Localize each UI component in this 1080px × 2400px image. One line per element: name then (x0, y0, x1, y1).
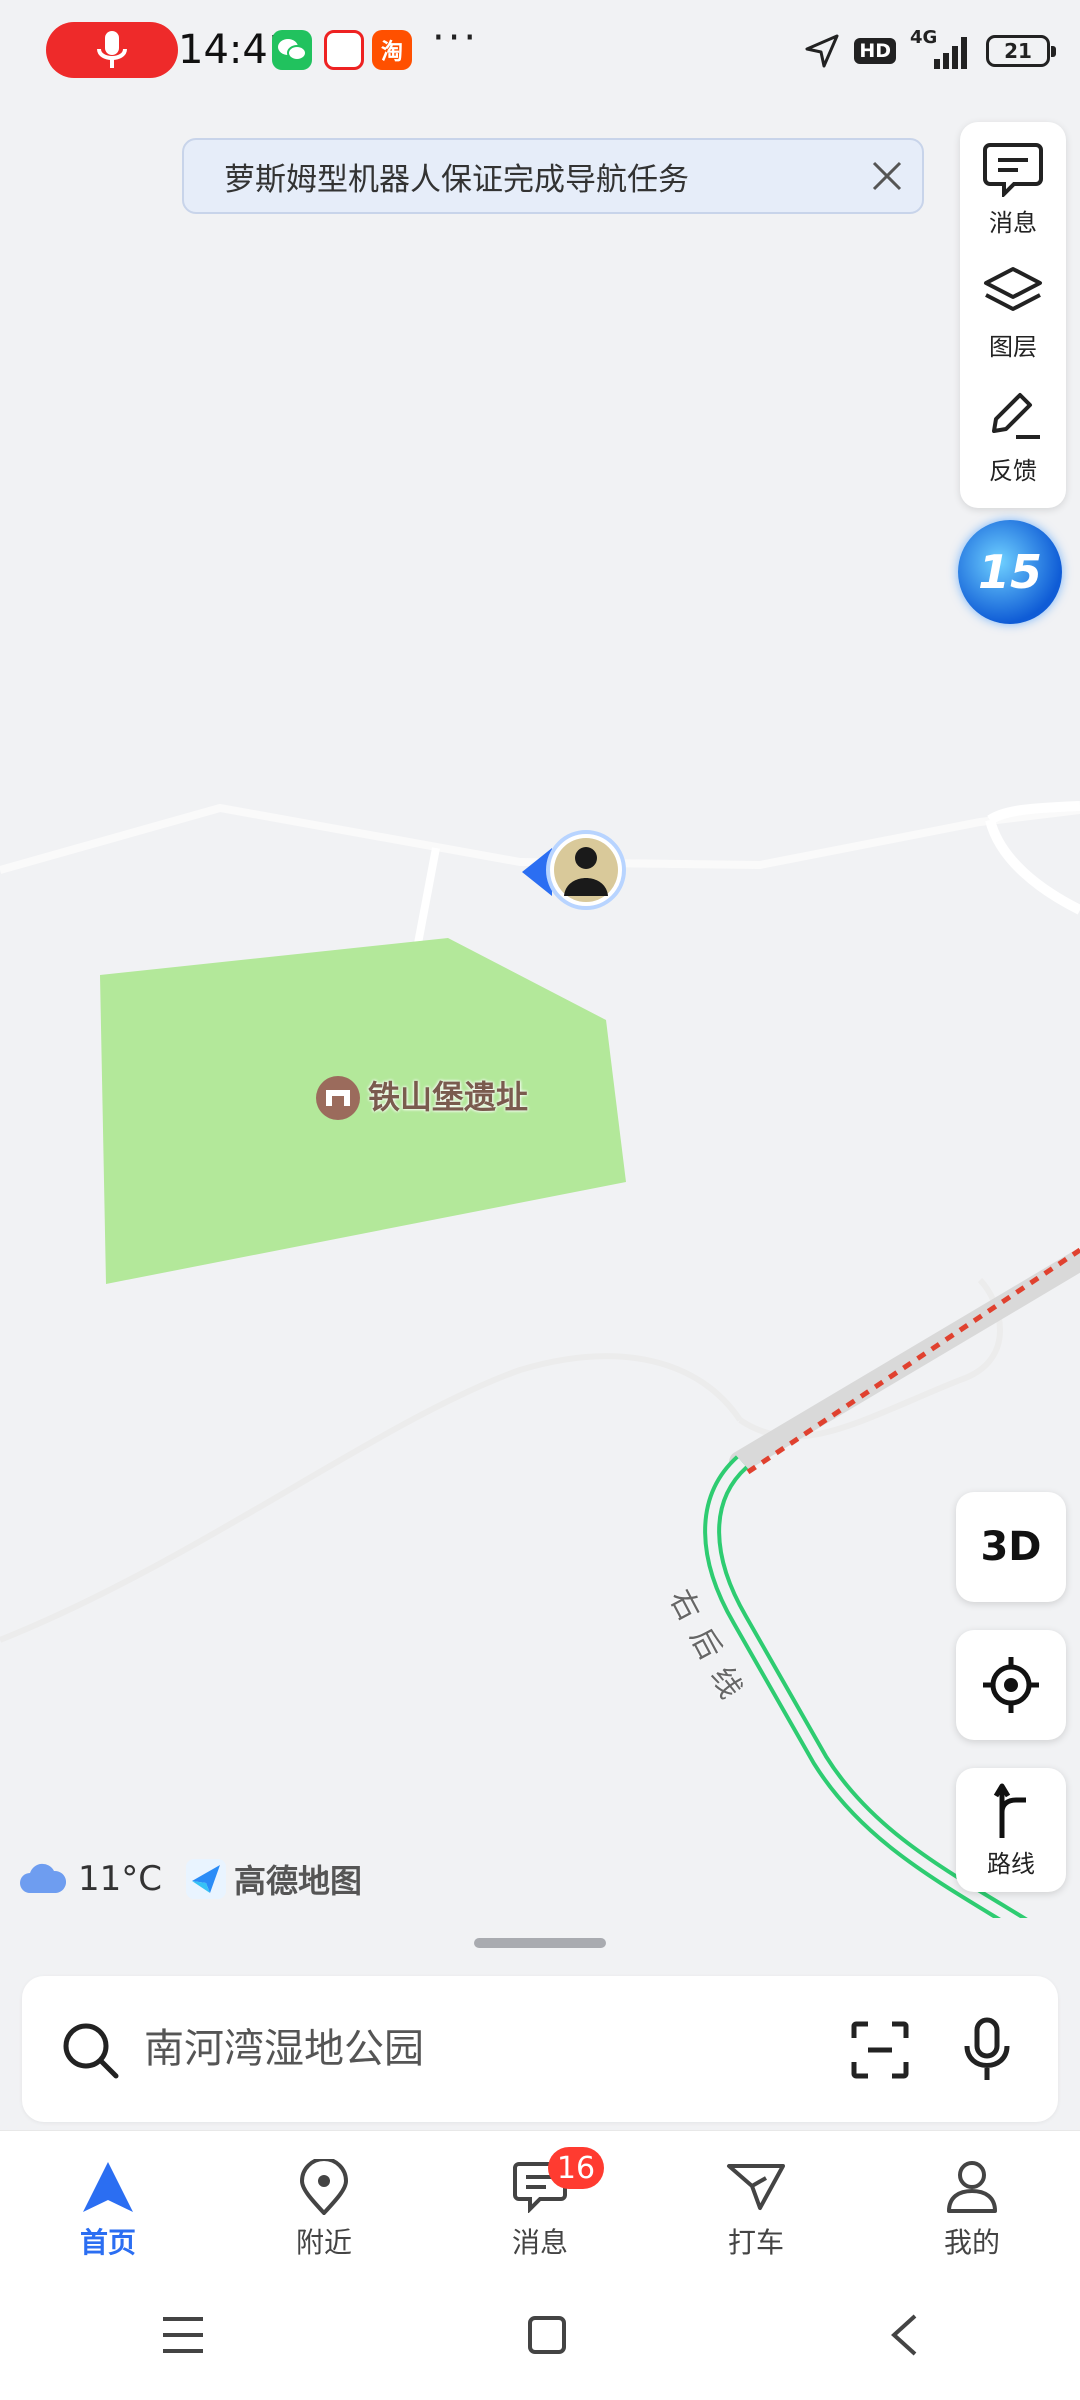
tab-profile[interactable]: 我的 (864, 2131, 1080, 2271)
tool-label: 消息 (989, 208, 1037, 237)
amap-logo-icon (186, 1859, 226, 1899)
tool-label: 反馈 (989, 456, 1037, 485)
temperature: 11°C (78, 1859, 163, 1899)
home-square-icon[interactable] (527, 2315, 567, 2355)
notice-banner[interactable]: 萝斯姆型机器人保证完成导航任务 (182, 138, 924, 214)
cloud-icon (20, 1863, 66, 1893)
profile-icon (942, 2157, 1002, 2217)
wechat-icon (272, 30, 312, 70)
unread-badge: 16 (548, 2147, 604, 2189)
search-input[interactable]: 南河湾湿地公园 (144, 2024, 424, 2074)
route-button[interactable]: 路线 (956, 1768, 1066, 1892)
tab-label: 首页 (79, 2226, 136, 2259)
location-arrow-icon (805, 34, 839, 68)
message-icon (983, 142, 1043, 197)
tab-label: 附近 (295, 2226, 352, 2259)
tool-layers[interactable]: 图层 (960, 254, 1066, 372)
tab-messages[interactable]: 16 消息 (432, 2131, 648, 2271)
battery-icon: 21 (986, 35, 1056, 67)
home-arrow-icon (78, 2157, 138, 2217)
bottom-tab-bar: 首页 附近 16 消息 打车 我的 (0, 2130, 1080, 2271)
scan-icon[interactable] (850, 2020, 910, 2080)
map-tools-panel: 消息 图层 反馈 (960, 122, 1066, 508)
tab-taxi[interactable]: 打车 (648, 2131, 864, 2271)
poi-label[interactable]: 铁山堡遗址 (368, 1074, 528, 1120)
tab-label: 消息 (511, 2226, 568, 2259)
location-pin-icon (294, 2157, 354, 2217)
back-chevron-icon[interactable] (889, 2313, 919, 2357)
route-label: 路线 (987, 1849, 1035, 1878)
crosshair-icon (983, 1657, 1039, 1713)
tab-nearby[interactable]: 附近 (216, 2131, 432, 2271)
tab-label: 我的 (943, 2226, 1000, 2259)
search-bar[interactable]: 南河湾湿地公园 (22, 1976, 1058, 2122)
brand-name: 高德地图 (234, 1862, 363, 1900)
feedback-edit-icon (992, 392, 1040, 439)
more-notifications-icon: ··· (432, 15, 480, 61)
brand-logo: 高德地图 (186, 1854, 362, 1904)
status-bar: 14:41 淘 ··· HD 4G 21 (0, 0, 1080, 100)
app-red-icon (324, 30, 364, 70)
weather-widget[interactable]: 11°C (18, 1854, 162, 1904)
layers-icon (984, 266, 1042, 311)
status-right: HD 4G 21 (804, 27, 1056, 74)
taxi-icon (726, 2157, 786, 2217)
tab-label: 打车 (727, 2226, 784, 2259)
microphone-icon[interactable] (962, 2016, 1012, 2082)
three-d-button[interactable]: 3D (956, 1492, 1066, 1602)
tool-label: 图层 (989, 332, 1037, 361)
tool-feedback[interactable]: 反馈 (960, 378, 1066, 496)
close-icon[interactable] (852, 141, 922, 211)
locate-me-button[interactable] (956, 1630, 1066, 1740)
chat-icon: 16 (510, 2147, 604, 2217)
activity-badge[interactable]: 15 (958, 520, 1062, 624)
voice-recording-indicator[interactable] (46, 22, 178, 78)
hd-badge: HD (854, 38, 896, 64)
tab-home[interactable]: 首页 (0, 2131, 216, 2271)
notice-text: 萝斯姆型机器人保证完成导航任务 (224, 161, 689, 198)
taobao-icon: 淘 (372, 30, 412, 70)
system-nav-bar (0, 2270, 1080, 2400)
route-turn-icon (993, 1783, 1026, 1838)
menu-icon[interactable] (161, 2315, 205, 2355)
signal-icon: 4G (910, 27, 972, 71)
tool-messages[interactable]: 消息 (960, 130, 1066, 248)
map-view[interactable]: 铁山堡遗址 右后线 (0, 0, 1080, 2130)
sheet-drag-handle[interactable] (474, 1938, 606, 1948)
search-icon (63, 2023, 119, 2079)
